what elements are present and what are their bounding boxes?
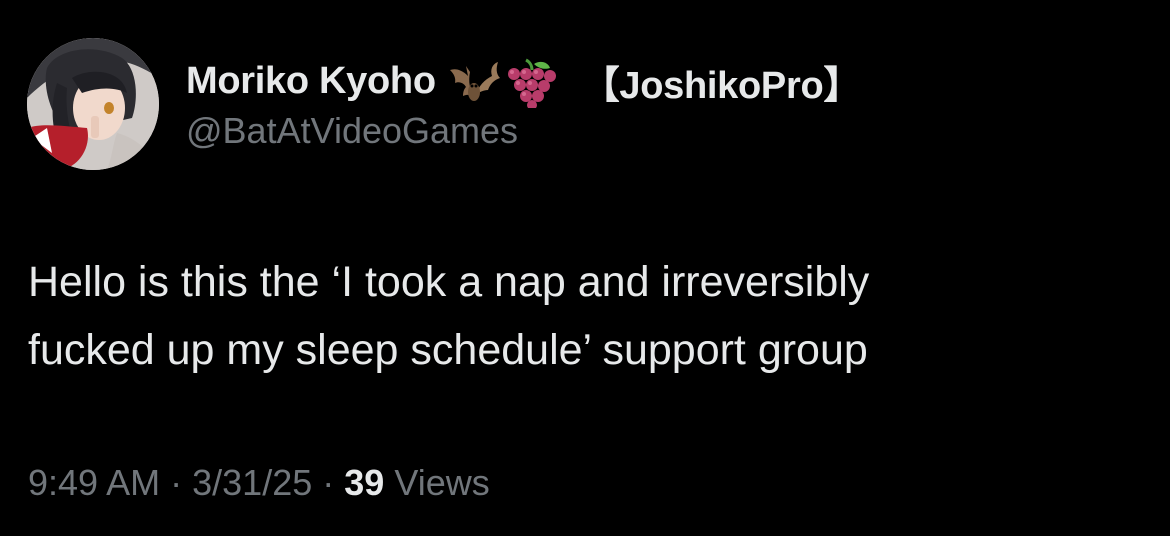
author-name-row: Moriko Kyoho 【JoshikoPro】 <box>186 54 861 109</box>
tweet-text-line: Hello is this the ‘I took a nap and irre… <box>28 258 870 306</box>
avatar[interactable] <box>27 38 159 170</box>
display-name[interactable]: Moriko Kyoho <box>186 60 436 103</box>
grapes-icon <box>504 56 562 108</box>
separator: · <box>322 462 335 503</box>
tweet-text-line: fucked up my sleep schedule’ support gro… <box>28 326 868 374</box>
tweet-text: Hello is this the ‘I took a nap and irre… <box>28 248 1148 384</box>
affiliation-tag: 【JoshikoPro】 <box>581 65 862 107</box>
bat-icon <box>446 56 502 108</box>
views-label: Views <box>394 462 490 503</box>
avatar-illustration <box>27 38 159 170</box>
tweet-date[interactable]: 3/31/25 <box>192 462 312 503</box>
views-count[interactable]: 39 <box>344 462 384 503</box>
author-handle[interactable]: @BatAtVideoGames <box>186 110 518 152</box>
tweet: Moriko Kyoho 【JoshikoPro】 @BatAtVideoGam… <box>0 0 1170 536</box>
separator: · <box>170 462 183 503</box>
tweet-meta: 9:49 AM · 3/31/25 · 39 Views <box>28 462 490 504</box>
tweet-time[interactable]: 9:49 AM <box>28 462 160 503</box>
